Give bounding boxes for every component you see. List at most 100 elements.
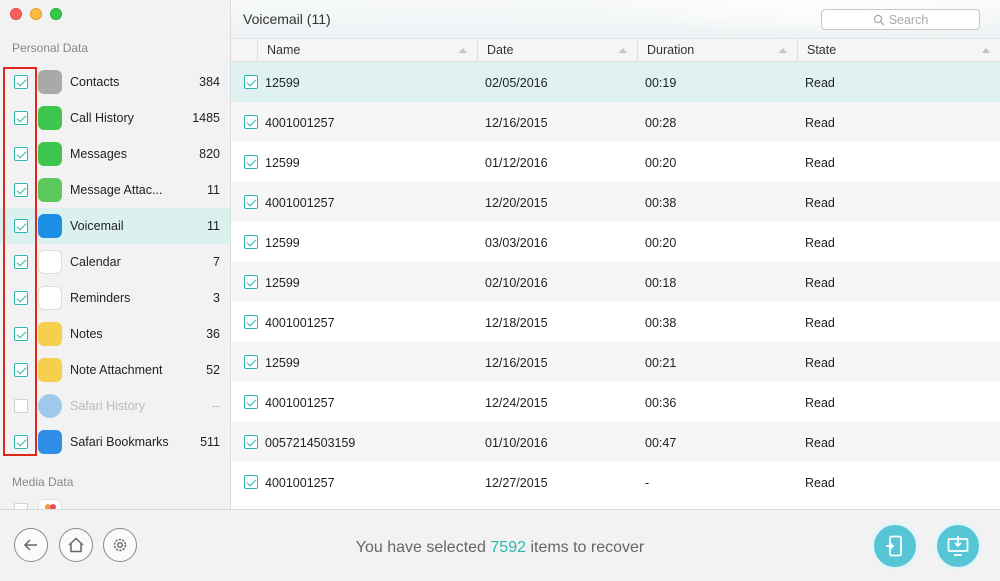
row-checkbox[interactable] <box>244 115 258 129</box>
sort-arrow-icon <box>982 48 990 53</box>
cell-name: 12599 <box>265 276 300 290</box>
sidebar-item-label: Messages <box>70 147 127 161</box>
sidebar-item[interactable]: Notes 36 <box>0 316 230 352</box>
recover-to-device-button[interactable] <box>871 522 919 570</box>
voicemail-icon <box>38 214 62 238</box>
sidebar-item-label: Safari Bookmarks <box>70 435 169 449</box>
category-checkbox[interactable] <box>14 435 28 449</box>
sidebar-item[interactable]: Call History 1485 <box>0 100 230 136</box>
sidebar-item-count: 11 <box>207 219 220 233</box>
recover-to-computer-button[interactable] <box>934 522 982 570</box>
category-checkbox[interactable] <box>14 75 28 89</box>
sidebar-item[interactable]: Safari Bookmarks 511 <box>0 424 230 460</box>
row-checkbox[interactable] <box>244 155 258 169</box>
cell-state: Read <box>805 316 835 330</box>
sidebar-item-count: 511 <box>200 435 220 449</box>
category-checkbox[interactable] <box>14 219 28 233</box>
sidebar-item[interactable]: Note Attachment 52 <box>0 352 230 388</box>
row-checkbox[interactable] <box>244 75 258 89</box>
table-row[interactable]: 4001001257 12/27/2015 - Read <box>231 462 1000 502</box>
category-checkbox[interactable] <box>14 255 28 269</box>
sidebar-item[interactable]: Message Attac... 11 <box>0 172 230 208</box>
table-row[interactable]: 4001001257 12/24/2015 00:36 Read <box>231 382 1000 422</box>
table-row[interactable]: 12599 12/16/2015 00:21 Read <box>231 342 1000 382</box>
cell-name: 4001001257 <box>265 116 335 130</box>
sidebar-item-label: Reminders <box>70 291 131 305</box>
row-checkbox[interactable] <box>244 315 258 329</box>
table-row[interactable]: 12599 02/05/2016 00:19 Read <box>231 62 1000 102</box>
row-checkbox[interactable] <box>244 475 258 489</box>
close-window-button[interactable] <box>10 8 22 20</box>
cell-date: 01/12/2016 <box>485 156 548 170</box>
sidebar-item-count: 1485 <box>192 111 220 125</box>
voicemail-table: 12599 02/05/2016 00:19 Read 4001001257 12/16/… <box>231 62 1000 502</box>
main-panel: Voicemail (11) Search Name Date Duration… <box>231 0 1000 509</box>
cell-duration: 00:38 <box>645 316 677 330</box>
row-checkbox[interactable] <box>244 395 258 409</box>
zoom-window-button[interactable] <box>50 8 62 20</box>
cell-duration: 00:19 <box>645 76 677 90</box>
cell-state: Read <box>805 236 835 250</box>
row-checkbox[interactable] <box>244 195 258 209</box>
category-checkbox[interactable] <box>14 183 28 197</box>
minimize-window-button[interactable] <box>30 8 42 20</box>
cell-date: 02/10/2016 <box>485 276 548 290</box>
cell-state: Read <box>805 396 835 410</box>
cell-date: 12/27/2015 <box>485 476 548 490</box>
category-checkbox[interactable] <box>14 363 28 377</box>
category-checkbox[interactable] <box>14 111 28 125</box>
sidebar-item-count: 11 <box>207 183 220 197</box>
column-header-state[interactable]: State <box>798 39 1000 62</box>
sidebar-item-label: Notes <box>70 327 103 341</box>
sort-arrow-icon <box>619 48 627 53</box>
sidebar-item-label: Safari History <box>70 399 146 413</box>
table-row[interactable]: 4001001257 12/20/2015 00:38 Read <box>231 182 1000 222</box>
cell-date: 12/18/2015 <box>485 316 548 330</box>
cell-state: Read <box>805 156 835 170</box>
to-device-icon <box>886 535 902 557</box>
cell-duration: - <box>645 476 650 490</box>
cell-state: Read <box>805 276 835 290</box>
safari-history-icon <box>38 394 62 418</box>
calendar-icon <box>38 250 62 274</box>
category-checkbox[interactable] <box>14 327 28 341</box>
sidebar-item[interactable]: Reminders 3 <box>0 280 230 316</box>
selection-status: You have selected 7592 items to recover <box>355 539 645 556</box>
row-checkbox[interactable] <box>244 235 258 249</box>
cell-state: Read <box>805 196 835 210</box>
sidebar-item[interactable]: Contacts 384 <box>0 64 230 100</box>
cell-name: 4001001257 <box>265 476 335 490</box>
row-checkbox[interactable] <box>244 435 258 449</box>
sidebar-item[interactable]: Safari History -- <box>0 388 230 424</box>
cell-name: 0057214503159 <box>265 436 356 450</box>
category-checkbox[interactable] <box>14 399 28 413</box>
column-header-date[interactable]: Date <box>478 39 638 62</box>
column-header-name[interactable]: Name <box>258 39 478 62</box>
table-row[interactable]: 12599 02/10/2016 00:18 Read <box>231 262 1000 302</box>
safari-bookmarks-icon <box>38 430 62 454</box>
table-row[interactable]: 4001001257 12/18/2015 00:38 Read <box>231 302 1000 342</box>
search-input[interactable]: Search <box>821 9 980 30</box>
sidebar-item-label: Message Attac... <box>70 183 163 197</box>
search-placeholder: Search <box>888 12 929 27</box>
category-checkbox[interactable] <box>14 291 28 305</box>
sidebar-item[interactable]: Messages 820 <box>0 136 230 172</box>
sidebar-item-count: 7 <box>213 255 220 269</box>
sidebar-item[interactable]: Calendar 7 <box>0 244 230 280</box>
table-row[interactable]: 12599 01/12/2016 00:20 Read <box>231 142 1000 182</box>
photos-icon <box>38 499 62 509</box>
table-row[interactable]: 4001001257 12/16/2015 00:28 Read <box>231 102 1000 142</box>
row-checkbox[interactable] <box>244 355 258 369</box>
sidebar-item-count: 820 <box>199 147 220 161</box>
cell-name: 4001001257 <box>265 196 335 210</box>
sidebar-item-label: Call History <box>70 111 134 125</box>
window-controls <box>10 8 62 20</box>
paperclip-icon <box>38 178 62 202</box>
table-row[interactable]: 0057214503159 01/10/2016 00:47 Read <box>231 422 1000 462</box>
contacts-icon <box>38 70 62 94</box>
sidebar-item[interactable]: Voicemail 11 <box>0 208 230 244</box>
table-row[interactable]: 12599 03/03/2016 00:20 Read <box>231 222 1000 262</box>
category-checkbox[interactable] <box>14 147 28 161</box>
row-checkbox[interactable] <box>244 275 258 289</box>
column-header-duration[interactable]: Duration <box>638 39 798 62</box>
